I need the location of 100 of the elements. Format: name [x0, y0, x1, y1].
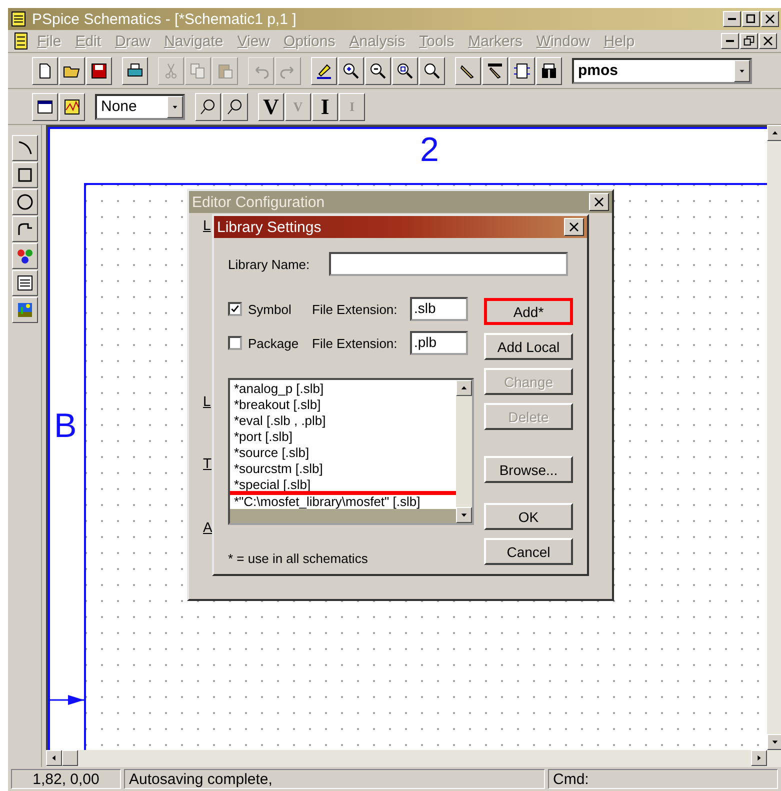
- toolbar-button[interactable]: [32, 56, 58, 84]
- draw-tool-button[interactable]: [12, 135, 38, 161]
- toolbar-button[interactable]: [195, 92, 221, 120]
- scroll-right-button[interactable]: [751, 750, 767, 766]
- dialog-button[interactable]: OK: [484, 503, 573, 530]
- binoculars-icon: [540, 62, 558, 80]
- circle-icon: [16, 193, 34, 211]
- toolbar-button[interactable]: [311, 56, 337, 84]
- library-list-item[interactable]: *special [.slb]: [230, 477, 456, 493]
- cut-label: A: [203, 519, 212, 535]
- note-text: * = use in all schematics: [228, 551, 369, 566]
- extension-label: File Extension:: [312, 302, 398, 316]
- extension-field[interactable]: .slb: [410, 297, 468, 321]
- library-list-item[interactable]: *port [.slb]: [230, 429, 456, 445]
- checkbox[interactable]: [228, 336, 242, 350]
- scroll-thumb[interactable]: [62, 750, 78, 766]
- maximize-button[interactable]: [742, 11, 760, 27]
- close-button[interactable]: [564, 218, 584, 236]
- toolbar-button[interactable]: [59, 92, 85, 120]
- draw-tool-button[interactable]: [12, 162, 38, 188]
- toolbar-button[interactable]: [455, 56, 481, 84]
- block-icon: [513, 62, 531, 80]
- picture-icon: [16, 301, 34, 319]
- app-icon: [10, 10, 28, 28]
- cut-label: L: [203, 217, 211, 233]
- scroll-down-button[interactable]: [456, 507, 472, 523]
- dialog-button[interactable]: Add*: [484, 298, 573, 325]
- paste-icon: [216, 62, 234, 80]
- toolbar-button[interactable]: [482, 56, 508, 84]
- copy-icon: [189, 62, 207, 80]
- toolbar-button[interactable]: [392, 56, 418, 84]
- draw-tool-button[interactable]: [12, 270, 38, 296]
- toolbar-button[interactable]: [338, 56, 364, 84]
- close-button[interactable]: [761, 11, 779, 27]
- marker-combo[interactable]: None: [95, 94, 185, 120]
- toolbar-button[interactable]: [222, 92, 248, 120]
- minimize-button[interactable]: [723, 11, 741, 27]
- library-list-item[interactable]: *analog_p [.slb]: [230, 381, 456, 397]
- library-name-field[interactable]: [329, 252, 568, 276]
- close-icon: [568, 221, 580, 233]
- extension-field[interactable]: .plb: [410, 331, 468, 355]
- close-button[interactable]: [759, 33, 777, 49]
- draw-tool-button[interactable]: [12, 189, 38, 215]
- left-arrow-icon: [50, 754, 58, 762]
- dialog-button[interactable]: Cancel: [484, 538, 573, 565]
- toolbar-button[interactable]: [419, 56, 445, 84]
- draw-tool-button[interactable]: [12, 297, 38, 323]
- extension-label: File Extension:: [312, 336, 398, 350]
- toolbar-button[interactable]: [509, 56, 535, 84]
- toolbar-button[interactable]: [32, 92, 58, 120]
- scroll-up-button[interactable]: [456, 380, 472, 396]
- library-list-item[interactable]: *source [.slb]: [230, 445, 456, 461]
- close-button[interactable]: [589, 193, 609, 211]
- current-probe-icon: [226, 98, 244, 116]
- window-title: PSpice Schematics - [*Schematic1 p,1 ]: [32, 10, 298, 28]
- dialog-button[interactable]: Browse...: [484, 456, 573, 483]
- scroll-down-button[interactable]: [767, 734, 781, 750]
- up-arrow-icon: [460, 384, 468, 392]
- library-list-item[interactable]: *sourcstm [.slb]: [230, 461, 456, 477]
- draw-tool-button[interactable]: [12, 216, 38, 242]
- waveform-icon: [63, 98, 81, 116]
- bus-pencil-icon: [486, 62, 504, 80]
- toolbar-button[interactable]: [536, 56, 562, 84]
- toolbar-button[interactable]: [365, 56, 391, 84]
- library-name-label: Library Name:: [228, 256, 311, 272]
- library-list-item[interactable]: *breakout [.slb]: [230, 397, 456, 413]
- colored-shapes-icon: [16, 247, 34, 265]
- scroll-up-button[interactable]: [767, 125, 781, 141]
- dialog-title: Editor Configuration: [192, 194, 325, 210]
- dialog-button[interactable]: Add Local: [484, 333, 573, 360]
- close-icon: [764, 13, 776, 25]
- dialog-title: Library Settings: [217, 218, 322, 236]
- probe-button[interactable]: I: [312, 92, 338, 120]
- probe-button[interactable]: V: [258, 92, 284, 120]
- down-arrow-icon: [460, 511, 468, 519]
- checkbox[interactable]: [228, 302, 242, 316]
- restore-button[interactable]: [740, 33, 758, 49]
- draw-tool-button[interactable]: [12, 243, 38, 269]
- zoom-out-icon: [369, 62, 387, 80]
- right-arrow-icon: [755, 754, 763, 762]
- printer-icon: [126, 62, 144, 80]
- maximize-icon: [745, 13, 757, 25]
- restore-icon: [743, 35, 755, 47]
- minimize-button[interactable]: [721, 33, 739, 49]
- down-arrow-icon: [771, 738, 779, 746]
- status-pane: 1,82, 0,00: [11, 769, 121, 789]
- status-pane: Cmd:: [548, 769, 778, 789]
- library-list-item[interactable]: *eval [.slb , .plb]: [230, 413, 456, 429]
- toolbar-button[interactable]: [59, 56, 85, 84]
- highlighter-icon: [315, 62, 333, 80]
- toolbar-button[interactable]: [86, 56, 112, 84]
- toolbar-button[interactable]: [122, 56, 148, 84]
- scroll-left-button[interactable]: [46, 750, 62, 766]
- up-arrow-icon: [771, 129, 779, 137]
- schematic-canvas[interactable]: [46, 125, 767, 750]
- part-name-combo[interactable]: pmos: [572, 58, 752, 84]
- zoom-area-icon: [396, 62, 414, 80]
- close-icon: [762, 35, 774, 47]
- voltage-probe-icon: [199, 98, 217, 116]
- library-list-item[interactable]: *"C:\mosfet_library\mosfet" [.slb]: [230, 493, 456, 509]
